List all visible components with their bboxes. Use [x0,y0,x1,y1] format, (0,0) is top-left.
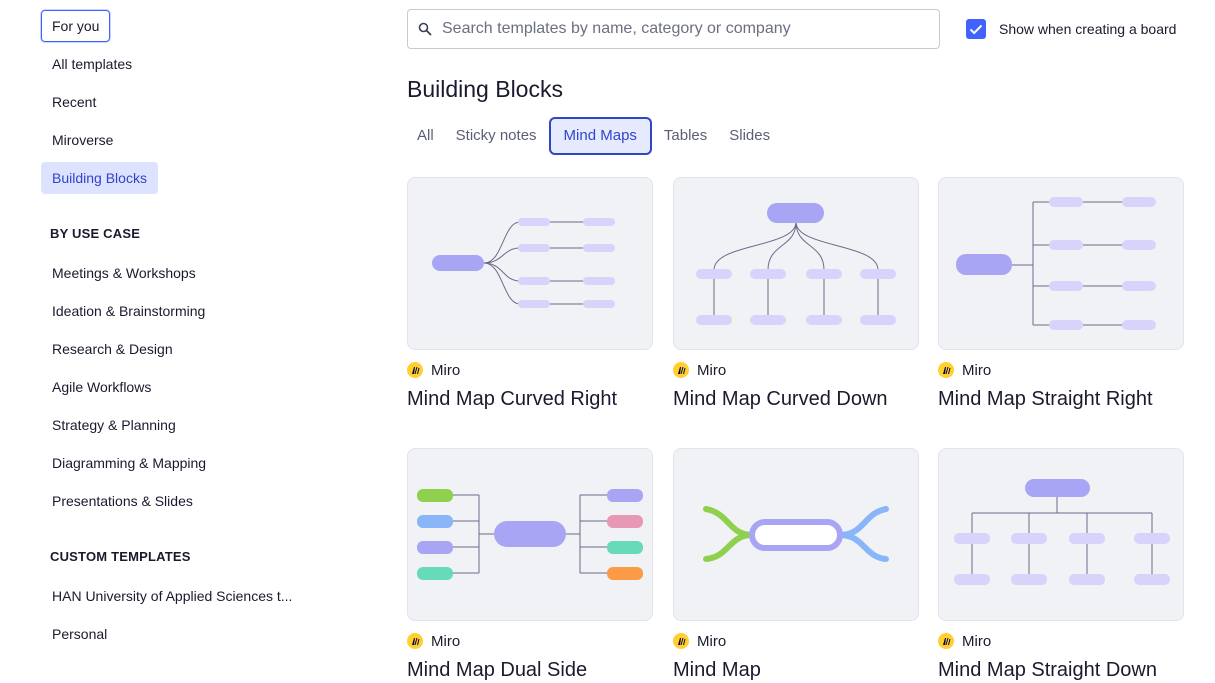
miro-logo-icon [673,633,689,649]
sidebar-item-all-templates[interactable]: All templates [41,48,143,80]
category-tabs: All Sticky notes Mind Maps Tables Slides [407,117,782,155]
template-author: Miro [407,632,653,650]
sidebar-item-ideation-brainstorming[interactable]: Ideation & Brainstorming [41,295,216,327]
template-author: Miro [673,361,919,379]
sidebar-item-strategy-planning[interactable]: Strategy & Planning [41,409,187,441]
sidebar-item-meetings-workshops[interactable]: Meetings & Workshops [41,257,207,289]
sidebar-item-diagramming-mapping[interactable]: Diagramming & Mapping [41,447,217,479]
template-title[interactable]: Mind Map Curved Down [673,388,919,411]
author-name: Miro [697,361,727,379]
template-title[interactable]: Mind Map [673,659,919,682]
sidebar-item-han-university[interactable]: HAN University of Applied Sciences t... [41,580,303,612]
sidebar-item-agile-workflows[interactable]: Agile Workflows [41,371,162,403]
page-title: Building Blocks [407,76,563,102]
template-thumbnail[interactable] [673,448,919,621]
tab-mind-maps[interactable]: Mind Maps [548,117,652,155]
miro-logo-icon [938,362,954,378]
template-card-mind-map-straight-right[interactable]: Miro Mind Map Straight Right [938,177,1184,411]
sidebar-item-recent[interactable]: Recent [41,86,107,118]
author-name: Miro [962,632,992,650]
tab-sticky-notes[interactable]: Sticky notes [446,117,547,155]
template-author: Miro [673,632,919,650]
author-name: Miro [962,361,992,379]
search-box [407,9,940,49]
template-card-mind-map-dual-side[interactable]: Miro Mind Map Dual Side [407,448,653,682]
template-author: Miro [938,632,1184,650]
section-title-use-case: BY USE CASE [50,226,141,241]
author-name: Miro [431,361,461,379]
sidebar-item-for-you[interactable]: For you [41,10,111,42]
template-title[interactable]: Mind Map Dual Side [407,659,653,682]
template-thumbnail[interactable] [938,448,1184,621]
section-title-custom-templates: CUSTOM TEMPLATES [50,549,191,564]
author-name: Miro [697,632,727,650]
template-title[interactable]: Mind Map Straight Down [938,659,1184,682]
template-author: Miro [407,361,653,379]
checkbox-label: Show when creating a board [999,21,1177,37]
template-author: Miro [938,361,1184,379]
tab-slides[interactable]: Slides [719,117,780,155]
miro-logo-icon [673,362,689,378]
template-title[interactable]: Mind Map Curved Right [407,388,653,411]
check-icon [969,24,983,34]
sidebar-item-personal[interactable]: Personal [41,618,118,650]
template-thumbnail[interactable] [673,177,919,350]
template-card-mind-map[interactable]: Miro Mind Map [673,448,919,682]
template-title[interactable]: Mind Map Straight Right [938,388,1184,411]
sidebar-item-building-blocks[interactable]: Building Blocks [41,162,158,194]
sidebar-item-presentations-slides[interactable]: Presentations & Slides [41,485,204,517]
template-thumbnail[interactable] [407,448,653,621]
sidebar-item-miroverse[interactable]: Miroverse [41,124,124,156]
template-card-mind-map-curved-down[interactable]: Miro Mind Map Curved Down [673,177,919,411]
template-card-mind-map-curved-right[interactable]: Miro Mind Map Curved Right [407,177,653,411]
miro-logo-icon [938,633,954,649]
search-input[interactable] [440,19,939,39]
show-when-creating-toggle[interactable]: Show when creating a board [966,19,1176,39]
miro-logo-icon [407,362,423,378]
template-thumbnail[interactable] [938,177,1184,350]
tab-tables[interactable]: Tables [654,117,717,155]
template-card-mind-map-straight-down[interactable]: Miro Mind Map Straight Down [938,448,1184,682]
search-icon [418,22,432,36]
sidebar: For you All templates Recent Miroverse B… [0,0,380,683]
sidebar-item-research-design[interactable]: Research & Design [41,333,184,365]
tab-all[interactable]: All [407,117,444,155]
checkbox-checked[interactable] [966,19,986,39]
template-thumbnail[interactable] [407,177,653,350]
author-name: Miro [431,632,461,650]
miro-logo-icon [407,633,423,649]
